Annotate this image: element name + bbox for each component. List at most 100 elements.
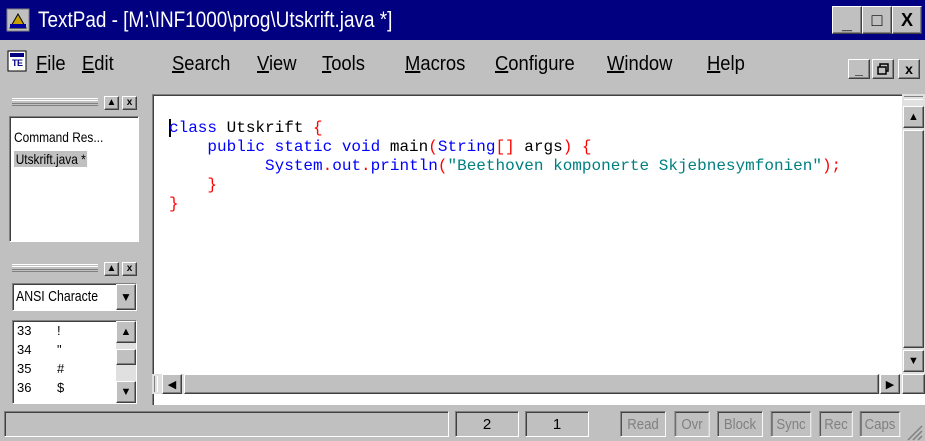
clip-library-select[interactable]: ANSI Characte ▼ xyxy=(12,283,137,311)
code-token: ( xyxy=(428,138,438,156)
editor-vertical-scrollbar[interactable]: ▲ ▼ xyxy=(902,94,925,374)
scroll-right-icon[interactable]: ▶ xyxy=(880,374,900,394)
char-glyph: ! xyxy=(57,323,61,338)
menu-label-rest: indow xyxy=(624,53,673,75)
menu-edit[interactable]: Edit xyxy=(82,53,114,76)
menu-macros[interactable]: Macros xyxy=(405,53,465,76)
code-line: } xyxy=(169,195,179,213)
status-flag-caps: Caps xyxy=(859,411,901,437)
document-icon[interactable]: T E xyxy=(6,50,28,72)
scroll-thumb[interactable] xyxy=(116,349,136,365)
chevron-down-icon[interactable]: ▼ xyxy=(116,284,136,310)
char-code: 36 xyxy=(17,380,32,395)
menu-mnemonic: W xyxy=(607,53,625,75)
code-line: public static void main(String[] args) { xyxy=(169,138,592,156)
status-flag-block: Block xyxy=(717,411,763,437)
mdi-restore-icon xyxy=(877,63,889,75)
scroll-down-icon[interactable]: ▼ xyxy=(116,381,136,403)
scroll-thumb[interactable] xyxy=(184,374,879,394)
char-glyph: $ xyxy=(57,380,65,395)
list-item[interactable]: 34 " xyxy=(17,342,62,357)
char-code: 34 xyxy=(17,342,32,357)
document-item-selected[interactable]: Utskrift.java * xyxy=(14,151,88,167)
clip-library-selected: ANSI Characte xyxy=(16,288,99,305)
scroll-down-icon[interactable]: ▼ xyxy=(903,350,924,372)
status-flag-ovr: Ovr xyxy=(674,411,710,437)
menu-mnemonic: E xyxy=(82,53,95,75)
menu-search[interactable]: Search xyxy=(172,53,230,76)
status-bar: 2 1 Read Ovr Block Sync Rec Caps xyxy=(0,405,925,441)
scroll-up-icon[interactable]: ▲ xyxy=(903,106,924,128)
textpad-window: TextPad - [M:\INF1000\prog\Utskrift.java… xyxy=(0,0,925,441)
document-list: Command Res... Utskrift.java * xyxy=(9,116,139,242)
scroll-thumb[interactable] xyxy=(903,130,924,348)
mdi-minimize-icon: _ xyxy=(855,61,863,77)
panel-dock-button[interactable]: ▲ xyxy=(104,96,119,110)
code-token: ); xyxy=(821,157,842,175)
close-icon: X xyxy=(900,9,913,30)
title-bar[interactable]: TextPad - [M:\INF1000\prog\Utskrift.java… xyxy=(0,0,925,40)
menu-mnemonic: C xyxy=(495,53,509,75)
code-token: { xyxy=(581,138,592,156)
menu-tools[interactable]: Tools xyxy=(322,53,365,76)
minimize-icon: _ xyxy=(841,12,852,33)
menu-bar: T E File Edit Search View Tools Macros Configu… xyxy=(0,40,925,86)
code-line: System.out.println("Beethoven komponerte… xyxy=(169,157,841,175)
close-button[interactable]: X xyxy=(892,6,922,34)
menu-mnemonic: T xyxy=(322,53,332,75)
panel-dock-button[interactable]: ▲ xyxy=(104,262,119,276)
code-token: println xyxy=(370,157,438,175)
panel-close-button[interactable]: x xyxy=(122,262,137,276)
code-token: . xyxy=(361,157,371,175)
char-glyph: " xyxy=(57,342,62,357)
list-item[interactable]: 33! xyxy=(17,323,61,338)
code-token: public static void xyxy=(207,138,381,156)
mdi-restore-button[interactable] xyxy=(872,59,894,79)
code-editor[interactable]: class Utskrift { public static void main… xyxy=(152,94,925,406)
menu-window[interactable]: Window xyxy=(607,53,672,76)
status-message xyxy=(4,411,449,437)
maximize-button[interactable]: □ xyxy=(862,6,892,34)
document-item[interactable]: Command Res... xyxy=(14,129,103,145)
code-line: } xyxy=(169,176,217,194)
list-item[interactable]: 36 $ xyxy=(17,380,64,395)
clip-library-scrollbar[interactable]: ▲ ▼ xyxy=(116,321,136,403)
mdi-close-icon: x xyxy=(905,61,913,77)
status-column-number: 1 xyxy=(525,411,589,437)
scroll-up-icon[interactable]: ▲ xyxy=(116,321,136,343)
code-token: { xyxy=(313,119,323,137)
menu-label-rest: dit xyxy=(94,53,114,75)
panel-grip[interactable] xyxy=(12,264,98,272)
code-token: [] xyxy=(495,138,515,156)
splitter-handle[interactable] xyxy=(904,96,923,100)
code-token: String xyxy=(437,138,496,156)
menu-help[interactable]: Help xyxy=(707,53,745,76)
char-code: 33 xyxy=(17,323,32,338)
menu-view[interactable]: View xyxy=(257,53,297,76)
panel-grip[interactable] xyxy=(12,98,98,106)
code-token: ) xyxy=(562,138,573,156)
code-token: "Beethoven komponerte Skjebnesymfonien" xyxy=(447,157,822,175)
code-token: class xyxy=(169,119,218,137)
resize-grip-icon[interactable] xyxy=(905,423,923,441)
status-flag-rec: Rec xyxy=(819,411,853,437)
scroll-left-icon[interactable]: ◀ xyxy=(162,374,182,394)
editor-horizontal-scrollbar[interactable]: ◀ ▶ xyxy=(152,374,902,394)
code-token: System xyxy=(265,157,323,175)
mdi-minimize-button[interactable]: _ xyxy=(848,59,870,79)
scrollbar-corner xyxy=(902,374,925,394)
menu-file[interactable]: File xyxy=(36,53,66,76)
list-item[interactable]: 35 # xyxy=(17,361,64,376)
minimize-button[interactable]: _ xyxy=(832,6,862,34)
textpad-app-icon[interactable] xyxy=(6,8,30,32)
splitter-handle[interactable] xyxy=(154,376,158,392)
menu-configure[interactable]: Configure xyxy=(495,53,575,76)
mdi-close-button[interactable]: x xyxy=(898,59,920,79)
code-token: } xyxy=(169,195,179,213)
panel-close-button[interactable]: x xyxy=(122,96,137,110)
char-glyph: # xyxy=(57,361,65,376)
menu-mnemonic: V xyxy=(257,53,269,75)
code-token: } xyxy=(207,176,218,194)
